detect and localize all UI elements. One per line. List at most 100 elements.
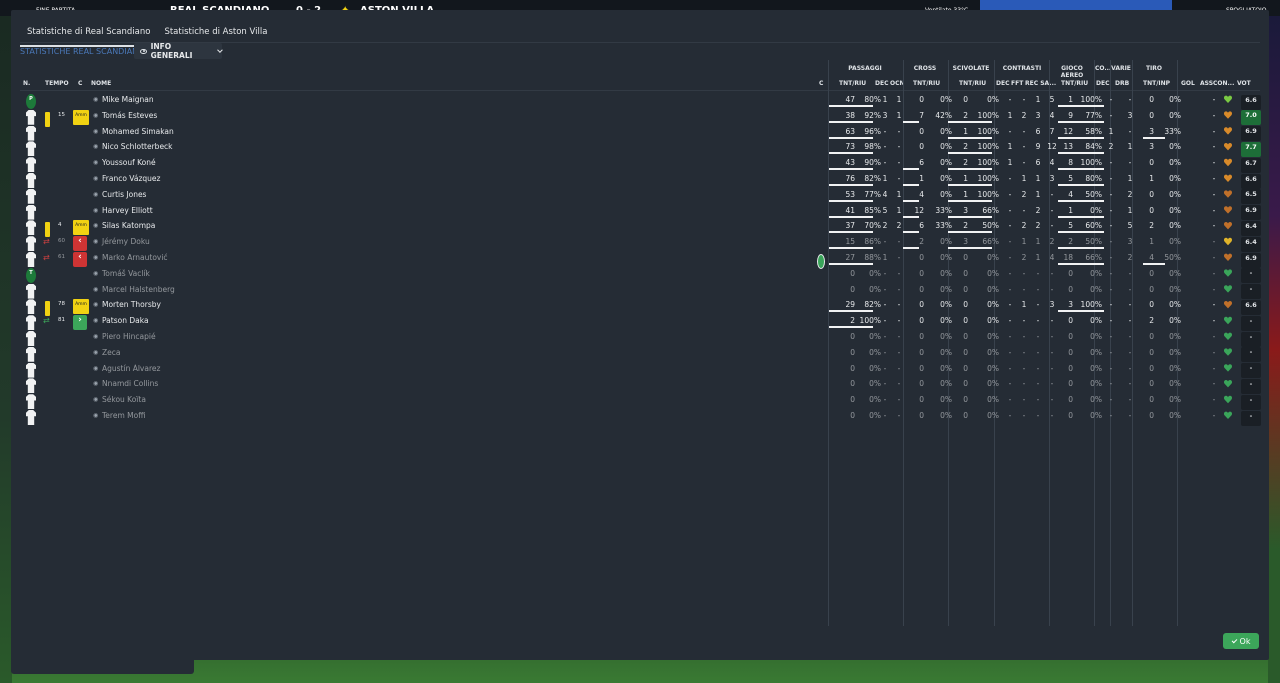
- con-dec: -: [1008, 237, 1012, 247]
- table-row[interactable]: ⇄ 60 ‹ ◉ Jérémy Doku 15 86% - -2 0% 3 66% -1 1 2 2 50% -3…: [20, 234, 1261, 249]
- co-dec: 2: [1108, 142, 1114, 152]
- table-row[interactable]: 4 Amm ◉ Silas Katompa 37 70% 2 2 6 33% 2 50% -2 2-5 60…: [20, 218, 1261, 238]
- table-row[interactable]: ◉ Terem Moffi 0 0% - -0 0% 0 0% - - - -0 0% - -0 0% - -: [20, 408, 1261, 423]
- con-fft: 2: [1021, 221, 1027, 231]
- table-row[interactable]: ◉ Marcel Halstenberg 0 0% - -0 0% 0 0% - - - -0 0% - -0…: [20, 282, 1261, 297]
- table-row[interactable]: ⇄ 81 › ◉ Patson Daka 2 100% - -0 0% 0 0% - - - -0 0% - -2 0…: [20, 313, 1261, 328]
- cross-pct: 0%: [940, 411, 952, 420]
- header-tiro[interactable]: TNT/INP: [1143, 80, 1170, 87]
- table-row[interactable]: P ◉ Mike Maignan 47 80% 1 1 0 0% 0 0% - -1 5 1 100% - -0 0…: [20, 92, 1261, 107]
- header-gol[interactable]: GOL: [1181, 80, 1195, 87]
- table-row[interactable]: 78 Amm ◉ Morten Thorsby 29 82% - -0 0% 0 0% -1-3 3 10…: [20, 297, 1261, 317]
- shot-bar: [1143, 263, 1165, 265]
- shot-attempts: 0: [1149, 189, 1154, 199]
- tackle-attempts: 0: [963, 379, 968, 389]
- table-row[interactable]: ◉ Sékou Koïta 0 0% - -0 0% 0 0% - - - -0 0% - -0 0% - -: [20, 392, 1261, 407]
- header-tempo[interactable]: TEMPO: [45, 80, 69, 87]
- co-dec: -: [1109, 363, 1113, 373]
- shot-pct: 0%: [1169, 395, 1181, 405]
- pass-pct: 0%: [869, 411, 881, 420]
- header-aer-tnt[interactable]: TNT/RIU: [1061, 80, 1088, 87]
- table-row[interactable]: ◉ Nico Schlotterbeck 73 98% - -0 0% 2 100% 1-9 12 1…: [20, 139, 1261, 154]
- co-dec: -: [1109, 379, 1113, 389]
- player-name: Marko Arnautović: [102, 253, 168, 262]
- con-rec: 1: [1035, 253, 1041, 262]
- goals: [1191, 155, 1201, 170]
- shirt-icon: [26, 331, 36, 346]
- con-rec: 9: [1035, 142, 1041, 152]
- header-n[interactable]: N.: [23, 80, 30, 87]
- header-nome[interactable]: NOME: [91, 80, 111, 87]
- aerial-attempts: 0: [1068, 268, 1073, 278]
- view-dropdown[interactable]: INFO GENERALI: [134, 42, 223, 60]
- pass-decisive: 1: [882, 253, 888, 262]
- table-row[interactable]: ⇄ 61 ‹ ◉ Marko Arnautović 27 88% 1-0 0% 0 0% -2 1 4 18…: [20, 250, 1261, 269]
- header-drb[interactable]: DRB: [1115, 80, 1129, 87]
- header-c2[interactable]: C: [819, 80, 823, 87]
- con-sa: 7: [1049, 126, 1055, 136]
- con-sa: -: [1050, 189, 1054, 199]
- table-row[interactable]: ◉ Franco Vázquez 76 82% 1-1 0% 1 100% -1 1 3 5 80% -1…: [20, 171, 1261, 186]
- header-c[interactable]: C: [78, 80, 82, 87]
- player-stats-icon: ◉: [93, 206, 99, 214]
- pass-decisive: -: [883, 316, 887, 326]
- player-name: Piero Hincapié: [102, 332, 156, 341]
- pass-decisive: 4: [882, 189, 888, 199]
- position-badge: T: [26, 267, 36, 283]
- header-sciv-tnt[interactable]: TNT/RIU: [959, 80, 986, 87]
- table-row[interactable]: ◉ Piero Hincapié 0 0% - -0 0% 0 0% - - - -0 0% - -0 0% - -: [20, 329, 1261, 346]
- header-pass-tnt[interactable]: TNT/RIU: [839, 80, 866, 87]
- tackle-pct: 0%: [987, 411, 999, 420]
- con-dec: -: [1008, 126, 1012, 136]
- ok-button[interactable]: Ok: [1223, 633, 1259, 649]
- co-dec: -: [1109, 237, 1113, 247]
- table-row[interactable]: ◉ Agustín Álvarez 0 0% - -0 0% 0 0% - - - -0 0% - -0 0% -…: [20, 361, 1261, 376]
- table-row[interactable]: 15 Amm ◉ Tomás Esteves 38 92% 3 1 7 42% 2 100% 1 2 3 4 9…: [20, 108, 1261, 127]
- table-row[interactable]: ◉ Curtis Jones 53 77% 4 1 4 0% 1 100% -2 1-4 50% -2 0 0…: [20, 187, 1261, 202]
- aerial-attempts: 0: [1068, 284, 1073, 294]
- aerial-bar: [1058, 184, 1104, 186]
- header-vot[interactable]: VOT: [1237, 80, 1251, 87]
- table-row[interactable]: ◉ Zeca 0 0% - -0 0% 0 0% - - - -0 0% - -0 0% - -: [20, 345, 1261, 360]
- shot-attempts: 1: [1149, 174, 1154, 183]
- tackle-bar: [948, 184, 992, 186]
- header-con[interactable]: CON...: [1213, 80, 1234, 87]
- player-stats-icon: ◉: [93, 396, 99, 404]
- shot-pct: 0%: [1169, 237, 1181, 247]
- header-ass[interactable]: ASS: [1200, 80, 1213, 87]
- con-fft: 1: [1021, 174, 1027, 183]
- shot-pct: 0%: [1169, 174, 1181, 183]
- pass-decisive: 2: [882, 221, 888, 231]
- header-pass-dec[interactable]: DEC: [875, 80, 888, 87]
- con-sa: 2: [1049, 237, 1055, 247]
- header-cross-tnt[interactable]: TNT/RIU: [913, 80, 940, 87]
- tackle-bar: [948, 136, 992, 139]
- table-row[interactable]: T ◉ Tomáš Vaclík 0 0% - -0 0% 0 0% - - - -0 0% - -0 0% - -: [20, 266, 1261, 283]
- shot-bar: [1143, 136, 1165, 139]
- co-dec: -: [1109, 268, 1113, 278]
- con-rec: -: [1036, 316, 1040, 326]
- table-row[interactable]: ◉ Mohamed Simakan 63 96% - -0 0% 1 100% - -6 7 12 58%…: [20, 124, 1261, 139]
- header-co-dec[interactable]: DEC: [1096, 80, 1109, 87]
- con-fft: 2: [1021, 110, 1027, 120]
- shot-attempts: 0: [1149, 284, 1154, 294]
- tackle-pct: 0%: [987, 332, 999, 341]
- header-con-rec[interactable]: REC SA...: [1025, 80, 1056, 87]
- shot-attempts: 0: [1149, 110, 1154, 120]
- table-row[interactable]: ◉ Youssouf Koné 43 90% - -6 0% 2 100% 1-6 4 8 100% - -…: [20, 155, 1261, 170]
- con-dec: 1: [1007, 158, 1013, 168]
- player-name: Curtis Jones: [102, 189, 147, 199]
- tackle-attempts: 0: [963, 253, 968, 262]
- player-stats-icon: ◉: [93, 96, 99, 103]
- con-rec: -: [1036, 379, 1040, 389]
- pass-attempts: 0: [850, 284, 855, 294]
- assists: -: [1212, 126, 1216, 136]
- tackle-attempts: 0: [963, 363, 968, 373]
- header-con-dec[interactable]: DEC: [996, 80, 1009, 87]
- table-row[interactable]: ◉ Nnamdi Collins 0 0% - -0 0% 0 0% - - - -0 0% - -0 0% - -: [20, 376, 1261, 391]
- pass-pct: 0%: [869, 284, 881, 294]
- goals: [1191, 297, 1201, 312]
- table-row[interactable]: ◉ Harvey Elliott 41 85% 5 1 12 33% 3 66% - -2-1 0% -1…: [20, 203, 1261, 218]
- sub-on-icon: ⇄: [43, 316, 50, 326]
- header-con-fft[interactable]: FFT: [1011, 80, 1023, 87]
